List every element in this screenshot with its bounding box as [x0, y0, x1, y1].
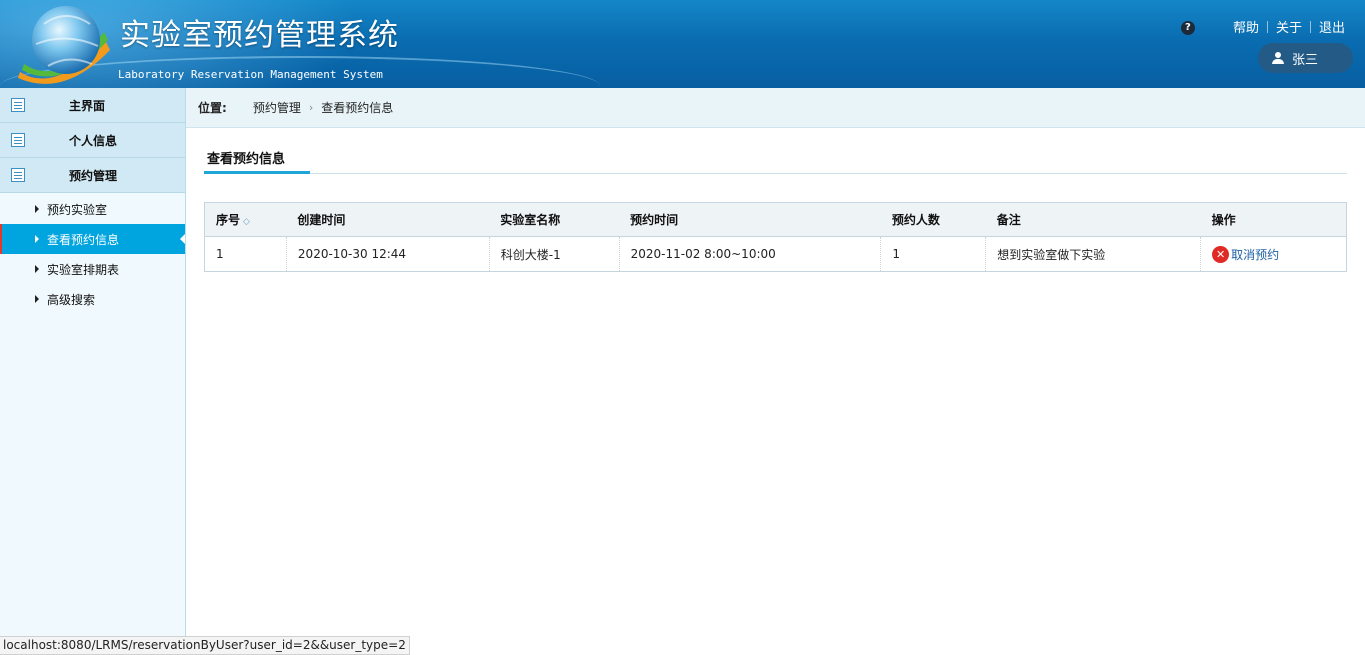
help-icon[interactable]: ?	[1180, 20, 1195, 35]
column-header-note: 备注	[985, 202, 1201, 237]
chevron-right-icon: ›	[308, 101, 314, 114]
user-badge[interactable]: 张三	[1258, 43, 1353, 73]
sidebar-item-lab-schedule[interactable]: 实验室排期表	[0, 254, 185, 284]
breadcrumb-label: 位置:	[198, 101, 227, 115]
sidebar-item-reserve-lab[interactable]: 预约实验室	[0, 194, 185, 224]
tab-view-reservations[interactable]: 查看预约信息	[204, 148, 310, 174]
header: 实验室预约管理系统 Laboratory Reservation Managem…	[0, 0, 1365, 88]
cell-people: 1	[880, 236, 987, 272]
cell-created: 2020-10-30 12:44	[286, 236, 490, 272]
user-name: 张三	[1292, 52, 1319, 68]
tab-bar: 查看预约信息	[204, 148, 1347, 174]
sidebar-section-home[interactable]: 主界面	[0, 88, 185, 123]
sidebar-item-view-reservations[interactable]: 查看预约信息	[0, 224, 185, 254]
cell-no: 1	[204, 236, 287, 272]
sidebar-section-profile[interactable]: 个人信息	[0, 123, 185, 158]
status-bar-url: localhost:8080/LRMS/reservationByUser?us…	[0, 636, 410, 655]
column-header-action: 操作	[1200, 202, 1347, 237]
cell-lab: 科创大楼-1	[489, 236, 620, 272]
column-header-no[interactable]: 序号 ◇	[204, 202, 287, 237]
list-icon	[11, 133, 25, 147]
user-icon	[1272, 52, 1284, 64]
column-header-people: 预约人数	[880, 202, 986, 237]
breadcrumb-parent[interactable]: 预约管理	[253, 99, 301, 116]
main-content: 位置: 预约管理 › 查看预约信息 查看预约信息 序号 ◇ 创建时间 实验室名称 …	[186, 88, 1365, 655]
reservation-table: 序号 ◇ 创建时间 实验室名称 预约时间 预约人数 备注 操作 1 2020-10…	[204, 202, 1347, 272]
column-header-time: 预约时间	[619, 202, 881, 237]
sidebar: 主界面 个人信息 预约管理 预约实验室 查看预约信息 实验室排期表 高级搜索	[0, 88, 186, 655]
top-links: ? 帮助 关于 退出	[1180, 17, 1345, 36]
cancel-reservation-button[interactable]: ✕ 取消预约	[1212, 245, 1279, 263]
list-icon	[11, 98, 25, 112]
column-header-created: 创建时间	[286, 202, 490, 237]
cell-note: 想到实验室做下实验	[985, 236, 1202, 272]
cell-action: ✕ 取消预约	[1201, 237, 1347, 272]
about-link[interactable]: 关于	[1276, 17, 1302, 36]
sidebar-section-reservation[interactable]: 预约管理	[0, 158, 185, 193]
caret-right-icon	[35, 235, 39, 243]
breadcrumb: 位置: 预约管理 › 查看预约信息	[186, 88, 1365, 128]
app-title: 实验室预约管理系统	[120, 18, 399, 53]
app-subtitle: Laboratory Reservation Management System	[118, 68, 383, 81]
sort-icon[interactable]: ◇	[243, 217, 250, 227]
close-circle-icon: ✕	[1212, 245, 1230, 263]
table-header-row: 序号 ◇ 创建时间 实验室名称 预约时间 预约人数 备注 操作	[204, 202, 1347, 237]
breadcrumb-current: 查看预约信息	[321, 101, 394, 115]
sidebar-item-advanced-search[interactable]: 高级搜索	[0, 284, 185, 314]
caret-right-icon	[35, 205, 39, 213]
globe-logo-icon	[18, 6, 110, 84]
table-row: 1 2020-10-30 12:44 科创大楼-1 2020-11-02 8:0…	[204, 236, 1347, 272]
cell-time: 2020-11-02 8:00~10:00	[619, 236, 882, 272]
logout-link[interactable]: 退出	[1319, 17, 1345, 36]
help-link[interactable]: 帮助	[1233, 17, 1259, 36]
column-header-lab: 实验室名称	[489, 202, 620, 237]
caret-right-icon	[35, 295, 39, 303]
caret-right-icon	[35, 265, 39, 273]
list-icon	[11, 168, 25, 182]
